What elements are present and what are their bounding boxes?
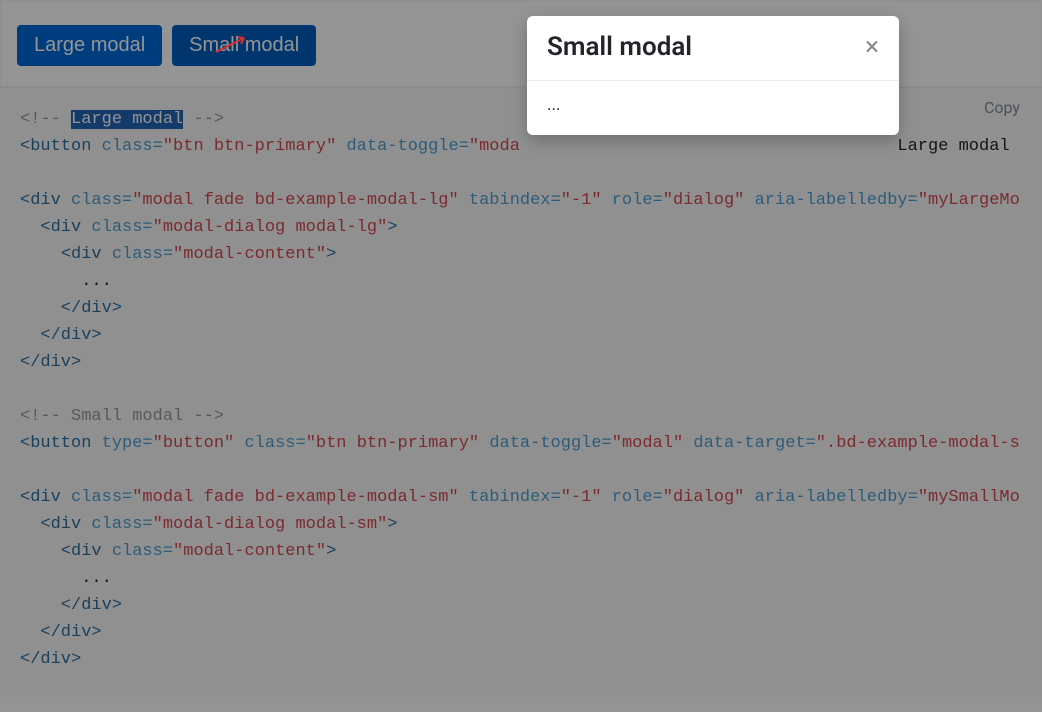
modal-body: ... xyxy=(527,81,899,135)
modal-header: Small modal × xyxy=(527,16,899,81)
modal-title: Small modal xyxy=(547,32,692,62)
small-modal-dialog: Small modal × ... xyxy=(527,16,899,135)
close-icon[interactable]: × xyxy=(865,34,879,60)
